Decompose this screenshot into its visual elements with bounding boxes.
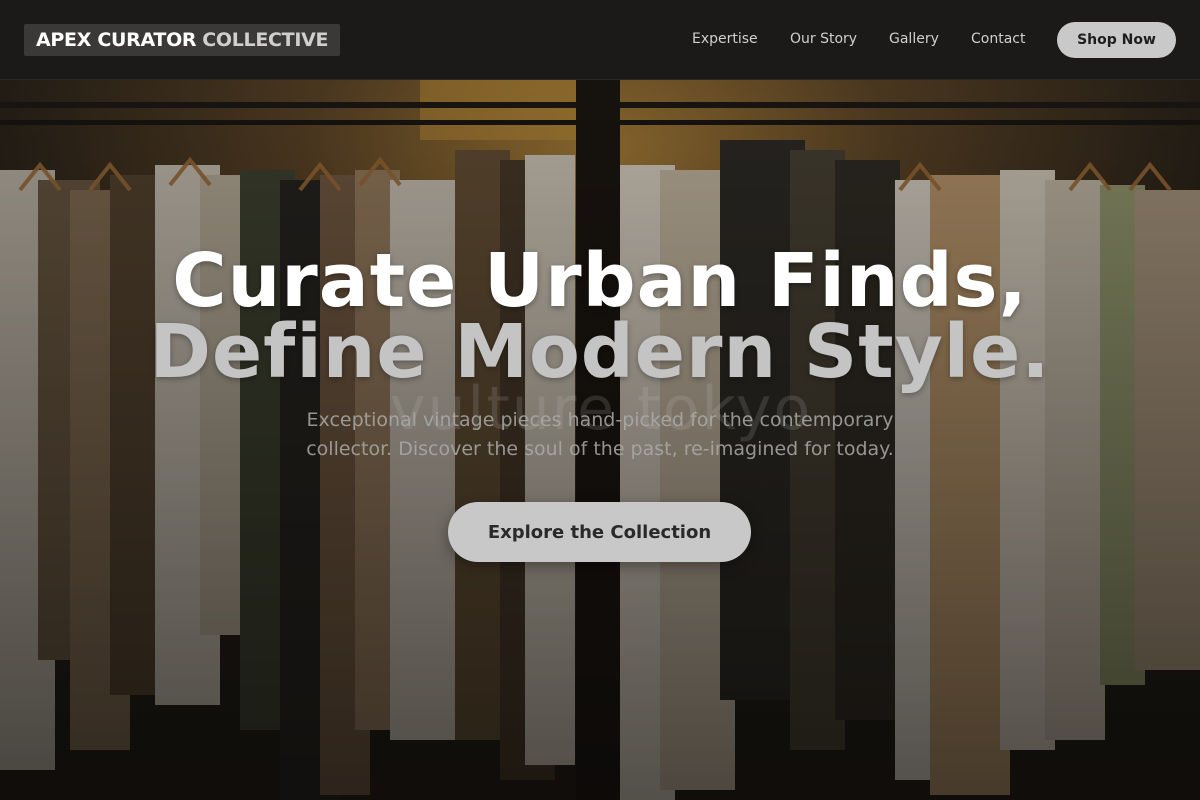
explore-collection-button[interactable]: Explore the Collection xyxy=(448,502,751,562)
hero-subtitle: Exceptional vintage pieces hand-picked f… xyxy=(306,409,894,460)
nav-link-our-story[interactable]: Our Story xyxy=(790,31,857,47)
nav-link-gallery[interactable]: Gallery xyxy=(889,31,939,47)
brand-logo[interactable]: APEX CURATOR COLLECTIVE xyxy=(24,24,341,56)
brand-name-primary: APEX CURATOR xyxy=(36,29,197,51)
brand-name-secondary: COLLECTIVE xyxy=(202,29,329,51)
nav-link-contact[interactable]: Contact xyxy=(971,31,1025,47)
nav-link-expertise[interactable]: Expertise xyxy=(692,31,758,47)
shop-now-button[interactable]: Shop Now xyxy=(1057,22,1176,58)
site-header: APEX CURATOR COLLECTIVE Expertise Our St… xyxy=(0,0,1200,80)
hero-headline-line2: Define Modern Style. xyxy=(149,309,1051,395)
